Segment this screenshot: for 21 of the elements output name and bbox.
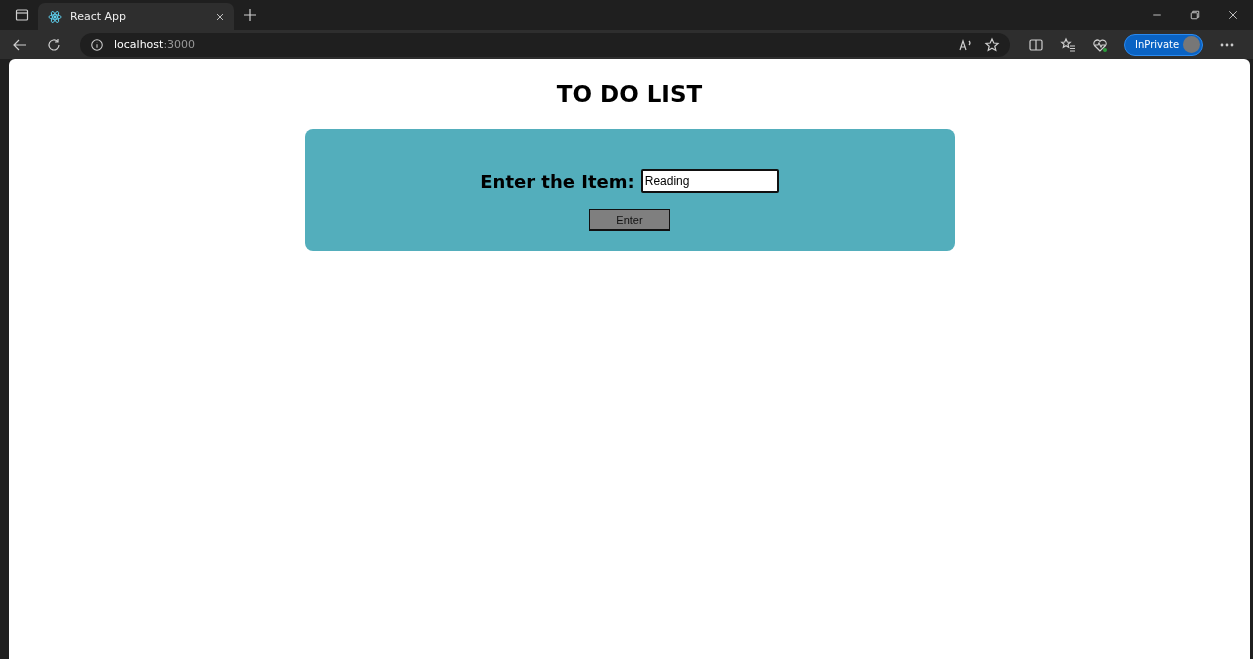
tab-actions-icon[interactable] [14,7,30,23]
browser-tab[interactable]: React App [38,3,234,30]
tab-title: React App [70,10,127,23]
split-screen-icon[interactable] [1028,36,1044,53]
heartbeat-icon[interactable] [1092,36,1108,53]
info-icon[interactable] [90,37,104,52]
item-input[interactable]: Reading [640,169,779,193]
refresh-icon[interactable] [46,36,62,53]
star-icon[interactable] [984,36,1000,53]
url-text: localhost:3000 [114,38,196,51]
atom-icon [48,9,62,24]
new-tab-icon[interactable] [242,7,258,23]
address-bar[interactable]: localhost:3000 [80,32,1010,57]
enter-button[interactable]: Enter [589,209,670,231]
favorites-icon[interactable] [1060,36,1076,53]
restore-icon[interactable] [1189,9,1201,21]
profile-button[interactable]: InPrivate [1124,33,1204,56]
close-icon[interactable] [1227,9,1239,21]
page-title: TO DO LIST [555,80,704,109]
item-label: Enter the Item: [480,170,635,192]
avatar-icon [1183,36,1201,53]
